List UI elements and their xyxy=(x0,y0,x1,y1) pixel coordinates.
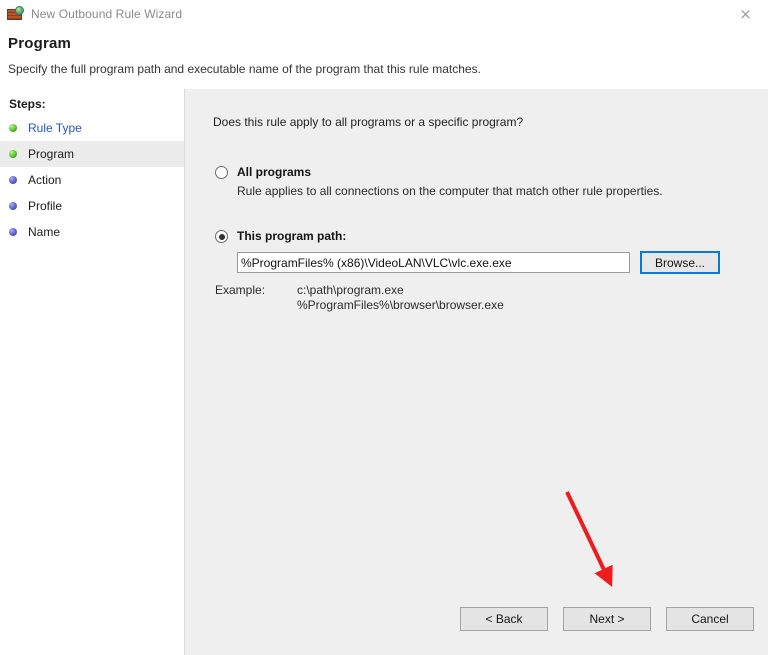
close-icon[interactable]: × xyxy=(723,0,768,28)
option-all-programs-label: All programs xyxy=(237,165,312,179)
wizard-footer: < Back Next > Cancel xyxy=(0,591,768,655)
example-line: c:\path\program.exe xyxy=(297,283,404,297)
steps-sidebar: Steps: Rule Type Program Action Profile … xyxy=(0,89,185,591)
sidebar-item-label: Action xyxy=(28,173,62,187)
globe-shape xyxy=(15,6,24,15)
option-this-program-path-label: This program path: xyxy=(237,229,347,243)
next-button[interactable]: Next > xyxy=(563,607,651,631)
step-bullet-icon xyxy=(9,176,17,184)
program-path-input[interactable] xyxy=(237,252,630,273)
page-subtitle: Specify the full program path and execut… xyxy=(8,62,481,76)
sidebar-item-action[interactable]: Action xyxy=(0,167,184,193)
back-button[interactable]: < Back xyxy=(460,607,548,631)
sidebar-item-name[interactable]: Name xyxy=(0,219,184,245)
sidebar-item-label: Program xyxy=(28,147,75,161)
sidebar-item-label: Name xyxy=(28,225,61,239)
footer-button-row: < Back Next > Cancel xyxy=(460,607,754,631)
option-this-program-path[interactable]: This program path: Browse... xyxy=(215,229,720,274)
sidebar-item-profile[interactable]: Profile xyxy=(0,193,184,219)
option-all-programs[interactable]: All programs Rule applies to all connect… xyxy=(215,165,663,198)
program-scope-question: Does this rule apply to all programs or … xyxy=(213,115,524,129)
window-title: New Outbound Rule Wizard xyxy=(31,7,183,21)
page-title: Program xyxy=(8,35,72,52)
radio-all-programs[interactable] xyxy=(215,166,228,179)
example-label: Example: xyxy=(215,283,266,297)
sidebar-item-rule-type[interactable]: Rule Type xyxy=(0,115,184,141)
sidebar-item-label: Rule Type xyxy=(28,121,82,135)
title-bar: New Outbound Rule Wizard × xyxy=(0,0,768,29)
step-bullet-icon xyxy=(9,202,17,210)
step-bullet-icon xyxy=(9,228,17,236)
page-header: Program Specify the full program path an… xyxy=(0,29,768,88)
program-path-row: Browse... xyxy=(237,251,720,274)
wizard-body: Steps: Rule Type Program Action Profile … xyxy=(0,88,768,591)
cancel-button[interactable]: Cancel xyxy=(666,607,754,631)
steps-heading: Steps: xyxy=(9,97,46,111)
example-block: Example: c:\path\program.exe %ProgramFil… xyxy=(215,283,504,313)
sidebar-item-program[interactable]: Program xyxy=(0,141,184,167)
step-bullet-icon xyxy=(9,150,17,158)
content-panel: Does this rule apply to all programs or … xyxy=(185,89,768,591)
step-bullet-icon xyxy=(9,124,17,132)
firewall-brick-globe-icon xyxy=(7,6,24,22)
radio-this-program-path[interactable] xyxy=(215,230,228,243)
browse-button[interactable]: Browse... xyxy=(640,251,720,274)
footer-sidebar-fill xyxy=(0,591,185,655)
option-all-programs-description: Rule applies to all connections on the c… xyxy=(237,184,663,198)
example-line: %ProgramFiles%\browser\browser.exe xyxy=(297,298,504,312)
sidebar-item-label: Profile xyxy=(28,199,63,213)
